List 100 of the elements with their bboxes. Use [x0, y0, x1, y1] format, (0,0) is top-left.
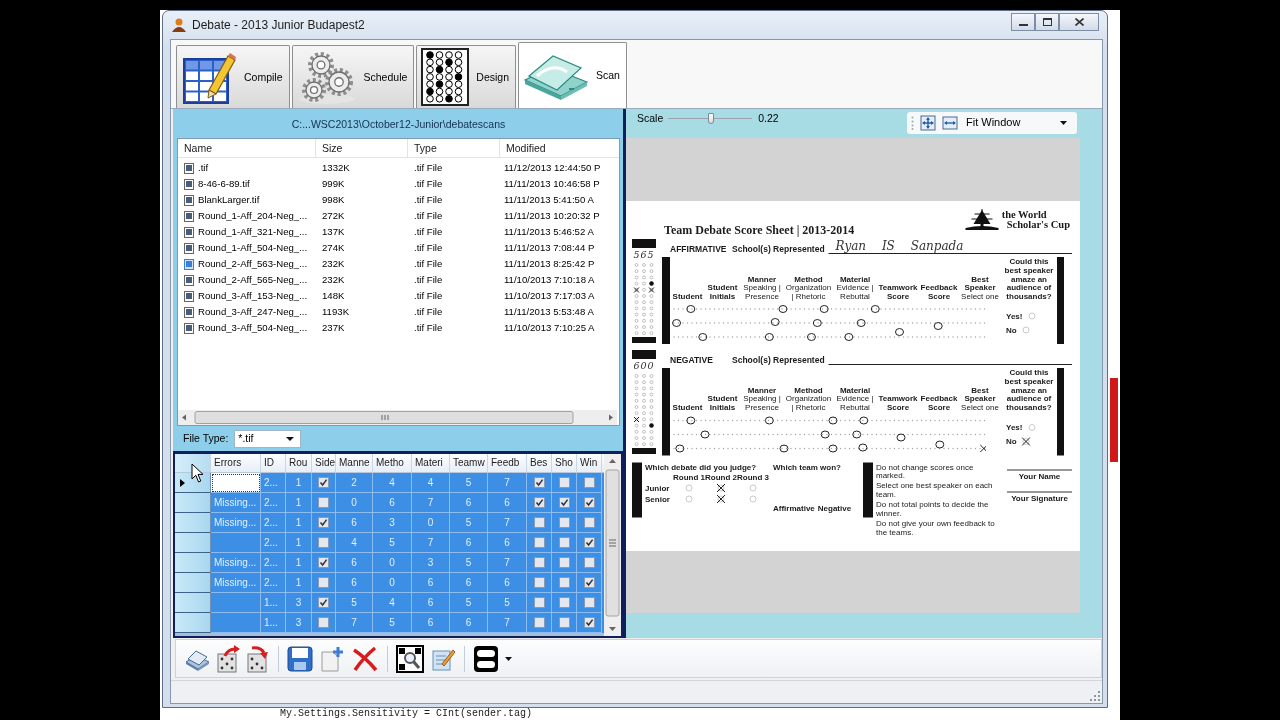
checkbox[interactable] [533, 577, 545, 588]
magnifier-frame-icon[interactable] [396, 644, 424, 673]
file-name[interactable]: Round_1-Aff_504-Neg_... [198, 242, 308, 254]
file-size: 272K [322, 210, 345, 222]
section-heading: NEGATIVE [670, 355, 714, 365]
scale-slider[interactable] [668, 113, 753, 125]
checkbox[interactable] [583, 597, 595, 608]
grip-icon [911, 116, 914, 130]
caret-icon [1060, 121, 1067, 125]
cross-icon[interactable] [351, 645, 379, 672]
bubble-grid-icon [421, 48, 470, 106]
column-header: Method Organization | Rhetoric [784, 383, 833, 413]
file-name[interactable]: 8-46-6-89.tif [198, 178, 250, 190]
column-header[interactable]: Materi [412, 454, 450, 472]
checkbox[interactable] [318, 537, 329, 548]
checkbox[interactable] [583, 577, 595, 588]
column-header[interactable]: Rou [286, 454, 312, 472]
checkbox[interactable] [558, 497, 570, 508]
file-modified: 11/12/2013 12:44:50 P [504, 162, 601, 174]
file-name[interactable]: Round_1-Aff_204-Neg_... [198, 210, 308, 222]
maximize-button[interactable] [1035, 13, 1059, 31]
resize-grip-icon[interactable] [1090, 691, 1100, 701]
tab[interactable]: Scan [518, 42, 627, 108]
horizontal-scrollbar[interactable] [178, 410, 617, 425]
row-header[interactable] [175, 473, 211, 493]
column-header[interactable]: Win [577, 454, 602, 472]
checkbox[interactable] [533, 477, 545, 488]
column-header[interactable]: Size [322, 141, 343, 155]
table-cell: 7 [488, 613, 527, 633]
checkbox[interactable] [318, 617, 329, 628]
file-name[interactable]: Round_3-Aff_153-Neg_... [198, 290, 308, 302]
file-modified: 11/11/2013 10:20:32 P [504, 210, 600, 222]
tab[interactable]: Compile [176, 45, 290, 108]
checkbox[interactable] [583, 497, 595, 508]
checkbox[interactable] [558, 477, 570, 488]
pill-slots-icon[interactable] [473, 644, 499, 673]
file-name[interactable]: Round_2-Aff_563-Neg_... [198, 258, 308, 270]
tab[interactable]: Design [416, 45, 516, 108]
file-modified: 11/11/2013 7:08:44 P [504, 242, 595, 254]
column-header[interactable]: Errors [211, 454, 261, 472]
column-header[interactable]: Name [184, 141, 212, 155]
file-name[interactable]: Round_1-Aff_321-Neg_... [198, 226, 308, 238]
answer-option: No [1006, 325, 1017, 334]
vertical-scrollbar[interactable] [604, 454, 621, 636]
column-header[interactable]: Teamw [450, 454, 488, 472]
column-header[interactable]: Feedb [488, 454, 527, 472]
close-button[interactable] [1059, 13, 1099, 31]
file-size: 237K [322, 322, 345, 334]
timing-mark [632, 461, 642, 517]
dice-arrow-up-icon[interactable] [216, 644, 240, 673]
column-header[interactable]: Manne [336, 454, 373, 472]
slider-thumb[interactable] [708, 113, 715, 124]
checkbox[interactable] [583, 557, 595, 568]
checkbox[interactable] [558, 577, 570, 588]
checkbox[interactable] [558, 557, 570, 568]
column-header[interactable]: Sho [552, 454, 577, 472]
minimize-button[interactable] [1011, 13, 1035, 31]
checkbox[interactable] [533, 537, 545, 548]
checkbox[interactable] [533, 517, 545, 528]
checkbox[interactable] [558, 537, 570, 548]
fit-width-icon[interactable] [942, 115, 958, 131]
column-header[interactable]: Metho [373, 454, 412, 472]
checkbox[interactable] [318, 497, 329, 508]
checkbox[interactable] [533, 597, 545, 608]
checkbox[interactable] [533, 617, 545, 628]
checkbox[interactable] [533, 497, 545, 508]
file-name[interactable]: Round_2-Aff_565-Neg_... [198, 274, 308, 286]
checkbox[interactable] [318, 577, 329, 588]
checkbox[interactable] [558, 517, 570, 528]
tab[interactable]: Schedule [291, 45, 415, 108]
checkbox[interactable] [583, 477, 595, 488]
fit-page-icon[interactable] [920, 115, 936, 131]
file-name[interactable]: .tif [198, 162, 209, 174]
checkbox[interactable] [583, 537, 595, 548]
checkbox[interactable] [318, 557, 329, 568]
column-header[interactable]: Bes [527, 454, 552, 472]
column-header[interactable]: Side [312, 454, 336, 472]
checkbox[interactable] [583, 617, 595, 628]
focused-cell[interactable] [211, 473, 261, 493]
column-header[interactable]: Type [414, 141, 437, 155]
checkbox[interactable] [583, 517, 595, 528]
file-name[interactable]: Round_3-Aff_504-Neg_... [198, 322, 308, 334]
checkbox[interactable] [558, 597, 570, 608]
file-type: .tif File [414, 258, 443, 270]
file-type-dropdown[interactable]: *.tif [234, 429, 302, 448]
checkbox[interactable] [318, 597, 329, 608]
checkbox[interactable] [318, 517, 329, 528]
column-header[interactable]: ID [261, 454, 286, 472]
file-name[interactable]: BlankLarger.tif [198, 194, 260, 206]
checkbox[interactable] [558, 617, 570, 628]
caret-icon[interactable] [505, 656, 512, 661]
file-name[interactable]: Round_3-Aff_247-Neg_... [198, 306, 308, 318]
corner-header[interactable] [175, 454, 211, 472]
zoom-mode-dropdown[interactable]: Fit Window [964, 113, 1073, 133]
page-plus-icon[interactable] [319, 645, 345, 672]
checkbox[interactable] [318, 477, 329, 488]
checkbox[interactable] [533, 557, 545, 568]
dice-arrow-down-icon[interactable] [246, 644, 270, 673]
scale-label: Scale [637, 112, 664, 125]
column-header[interactable]: Modified [506, 141, 546, 155]
